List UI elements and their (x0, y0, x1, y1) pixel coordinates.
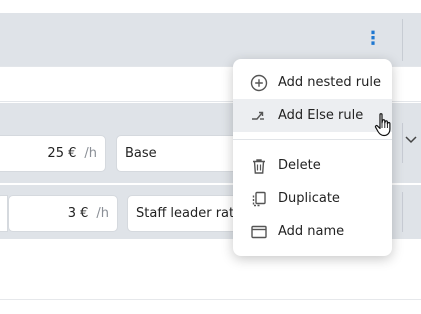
row-divider (402, 192, 403, 232)
more-options-icon[interactable]: ⋮ (362, 28, 384, 50)
menu-item-duplicate[interactable]: Duplicate (233, 182, 392, 215)
menu-item-label: Add nested rule (278, 75, 381, 90)
rate-field[interactable]: 3 € /h (8, 195, 118, 232)
branch-arrow-icon (250, 107, 268, 125)
selector-field[interactable] (0, 195, 8, 232)
rate-name: Staff leader rate (136, 206, 243, 221)
rate-field[interactable]: 25 € /h (0, 135, 106, 172)
rate-name-field[interactable]: Base (116, 135, 246, 172)
rate-unit: /h (96, 206, 109, 221)
header-divider (402, 19, 403, 61)
duplicate-icon (250, 190, 268, 208)
name-box-icon (250, 223, 268, 241)
menu-item-label: Duplicate (278, 191, 340, 206)
plus-circle-icon (250, 74, 268, 92)
hand-cursor-icon (373, 112, 395, 138)
chevron-down-icon[interactable] (404, 130, 418, 150)
rule-options-menu: Add nested rule Add Else rule Delete Dup… (233, 59, 392, 256)
menu-item-add-else-rule[interactable]: Add Else rule (233, 99, 392, 132)
rate-value: 25 € (47, 146, 77, 161)
rate-unit: /h (84, 146, 97, 161)
trash-icon (250, 157, 268, 175)
rate-value: 3 € (67, 206, 89, 221)
menu-item-label: Delete (278, 158, 321, 173)
menu-divider (233, 139, 392, 140)
menu-item-add-name[interactable]: Add name (233, 215, 392, 248)
menu-item-label: Add name (278, 224, 345, 239)
menu-item-label: Add Else rule (278, 108, 364, 123)
row-divider (402, 123, 403, 163)
menu-item-delete[interactable]: Delete (233, 149, 392, 182)
rate-name: Base (125, 146, 157, 161)
menu-item-add-nested-rule[interactable]: Add nested rule (233, 66, 392, 99)
